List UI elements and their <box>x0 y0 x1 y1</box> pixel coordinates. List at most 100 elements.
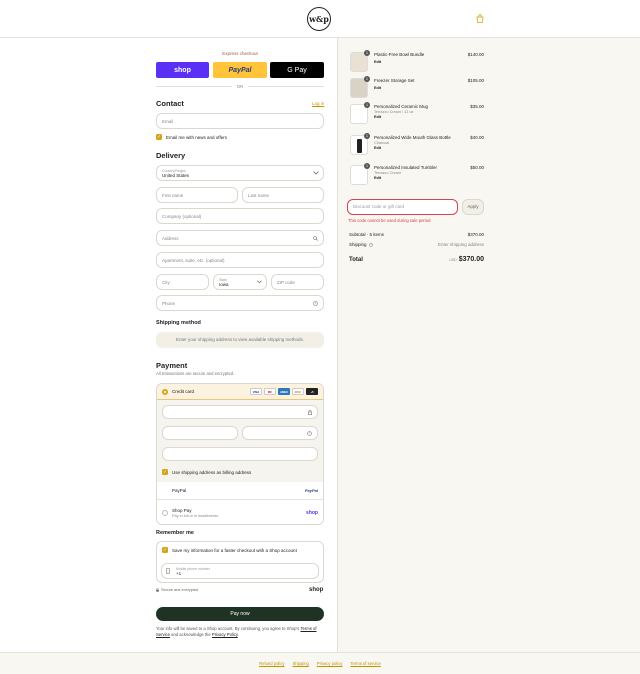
refund-policy-link[interactable]: Refund policy <box>259 661 284 666</box>
login-link[interactable]: Log in <box>312 101 324 106</box>
shop-logo: shop <box>309 587 324 593</box>
expiration-field[interactable] <box>162 426 238 440</box>
state-value: Iowa <box>219 282 229 287</box>
help-circle-icon[interactable]: ? <box>313 300 318 306</box>
item-edit-link[interactable]: Edit <box>374 146 470 150</box>
product-thumbnail: 1 <box>350 163 370 185</box>
payment-options: Credit card VISA MC AMEX DISC +5 ? ✓ Use… <box>156 383 324 525</box>
shop-pay-button[interactable]: shop <box>156 62 209 78</box>
name-on-card-field[interactable] <box>162 447 318 461</box>
cart-item: 1 Personalized Insulated Tumbler Terrazz… <box>350 163 484 185</box>
news-checkbox-row[interactable]: ✓ Email me with news and offers <box>156 134 227 140</box>
shipping-row: Shipping ? Enter shipping address <box>349 242 484 247</box>
google-pay-button[interactable]: G Pay <box>270 62 324 78</box>
phone-placeholder: Phone <box>162 300 176 306</box>
subtotal-label: Subtotal · 5 items <box>349 232 385 237</box>
privacy-policy-footer-link[interactable]: Privacy policy <box>317 661 343 666</box>
shop-pay-option[interactable]: Shop Pay Pay in full or in installments … <box>157 501 323 524</box>
mobile-phone-field[interactable]: Mobile phone number +1 <box>161 563 319 579</box>
item-name: Freezer Storage Set <box>374 78 415 83</box>
discount-code-input[interactable]: Discount code or gift card <box>347 199 458 215</box>
product-thumbnail: 1 <box>350 102 370 124</box>
apartment-field[interactable]: Apartment, suite, etc. (optional) <box>156 252 324 268</box>
mobile-phone-value: +1 <box>176 571 182 576</box>
shop-pay-option-sub: Pay in full or in installments <box>172 514 219 518</box>
item-price: $35.00 <box>470 104 484 109</box>
item-info: Personalized Insulated Tumbler Terrazzo … <box>374 165 470 185</box>
card-number-field[interactable] <box>162 405 318 419</box>
security-code-field[interactable]: ? <box>242 426 318 440</box>
first-name-field[interactable]: First name <box>156 187 238 203</box>
amex-icon: AMEX <box>278 388 290 395</box>
paypal-button[interactable]: PayPal <box>213 62 267 78</box>
credit-card-option[interactable]: Credit card VISA MC AMEX DISC +5 <box>157 384 323 400</box>
shipping-policy-link[interactable]: Shipping <box>292 661 308 666</box>
item-info: Freezer Storage Set Edit <box>374 78 468 98</box>
billing-checkbox-row[interactable]: ✓ Use shipping address as billing addres… <box>162 469 251 475</box>
pay-now-button[interactable]: Pay now <box>156 607 324 621</box>
lock-icon <box>156 588 159 592</box>
save-info-checkbox-row[interactable]: ✓ Save my information for a faster check… <box>162 547 297 553</box>
product-thumbnail: 1 <box>350 76 370 98</box>
last-name-field[interactable]: Last name <box>242 187 324 203</box>
checkbox-checked-icon[interactable]: ✓ <box>162 469 168 475</box>
item-edit-link[interactable]: Edit <box>374 176 470 180</box>
or-divider: OR <box>156 82 324 90</box>
apply-discount-button[interactable]: Apply <box>462 199 484 215</box>
shipping-value: Enter shipping address <box>437 242 484 247</box>
help-circle-icon[interactable]: ? <box>368 242 373 247</box>
privacy-policy-link[interactable]: Privacy Policy <box>212 632 238 637</box>
quantity-badge: 1 <box>364 163 370 169</box>
mobile-phone-icon <box>166 568 170 574</box>
total-currency: USD <box>449 258 457 262</box>
help-circle-icon[interactable]: ? <box>307 430 312 436</box>
search-icon <box>313 235 318 241</box>
checkbox-checked-icon[interactable]: ✓ <box>162 547 168 553</box>
email-field[interactable]: Email <box>156 113 324 129</box>
contact-title: Contact <box>156 99 184 108</box>
item-edit-link[interactable]: Edit <box>374 115 470 119</box>
payment-subtitle: All transactions are secure and encrypte… <box>156 371 235 376</box>
item-variant: Terrazzo Cream <box>374 171 402 175</box>
secure-label: Secure and encrypted <box>161 588 199 592</box>
company-placeholder: Company (optional) <box>162 213 202 219</box>
paypal-option-label: PayPal <box>172 488 187 493</box>
item-price: $140.00 <box>467 52 484 57</box>
google-pay-button-label: G Pay <box>287 66 307 74</box>
remember-me-box: ✓ Save my information for a faster check… <box>156 541 324 583</box>
quantity-badge: 1 <box>364 50 370 56</box>
zip-field[interactable]: ZIP code <box>271 274 324 290</box>
item-edit-link[interactable]: Edit <box>374 86 468 90</box>
legal-text-end: . <box>237 632 239 637</box>
shop-pay-button-label: shop <box>174 66 191 74</box>
radio-selected-icon[interactable] <box>162 388 168 395</box>
express-checkout-label: Express checkout <box>222 51 258 56</box>
or-label: OR <box>236 83 244 89</box>
terms-of-service-footer-link[interactable]: Terms of service <box>350 661 380 666</box>
brand-logo[interactable]: w&p <box>307 7 331 31</box>
city-field[interactable]: City <box>156 274 209 290</box>
item-name: Personalized Wide Mouth Glass Bottle <box>374 135 451 140</box>
lock-icon <box>308 409 312 415</box>
shopping-bag-icon[interactable] <box>476 14 484 23</box>
address-field[interactable]: Address <box>156 230 324 246</box>
card-logos: VISA MC AMEX DISC +5 <box>250 388 318 395</box>
company-field[interactable]: Company (optional) <box>156 208 324 224</box>
checkbox-checked-icon[interactable]: ✓ <box>156 134 162 140</box>
shipping-label: Shipping <box>349 242 367 247</box>
country-select[interactable]: Country/Region United States <box>156 165 324 181</box>
phone-field[interactable]: Phone ? <box>156 295 324 311</box>
country-value: United States <box>162 173 190 178</box>
chevron-down-icon <box>313 171 319 175</box>
legal-text-and: and acknowledge the <box>171 632 211 637</box>
item-price: $50.00 <box>470 165 484 170</box>
item-edit-link[interactable]: Edit <box>374 60 468 64</box>
paypal-logo: PayPal <box>304 488 318 493</box>
item-info: Personalized Ceramic Mug Terrazzo Cream … <box>374 104 470 124</box>
item-variant: Terrazzo Cream / 12 oz <box>374 110 414 114</box>
mastercard-icon: MC <box>264 388 276 395</box>
total-label: Total <box>349 256 363 263</box>
radio-icon[interactable] <box>162 510 168 516</box>
total-row: Total USD $370.00 <box>349 256 484 263</box>
paypal-option[interactable]: PayPal PayPal <box>157 482 323 500</box>
